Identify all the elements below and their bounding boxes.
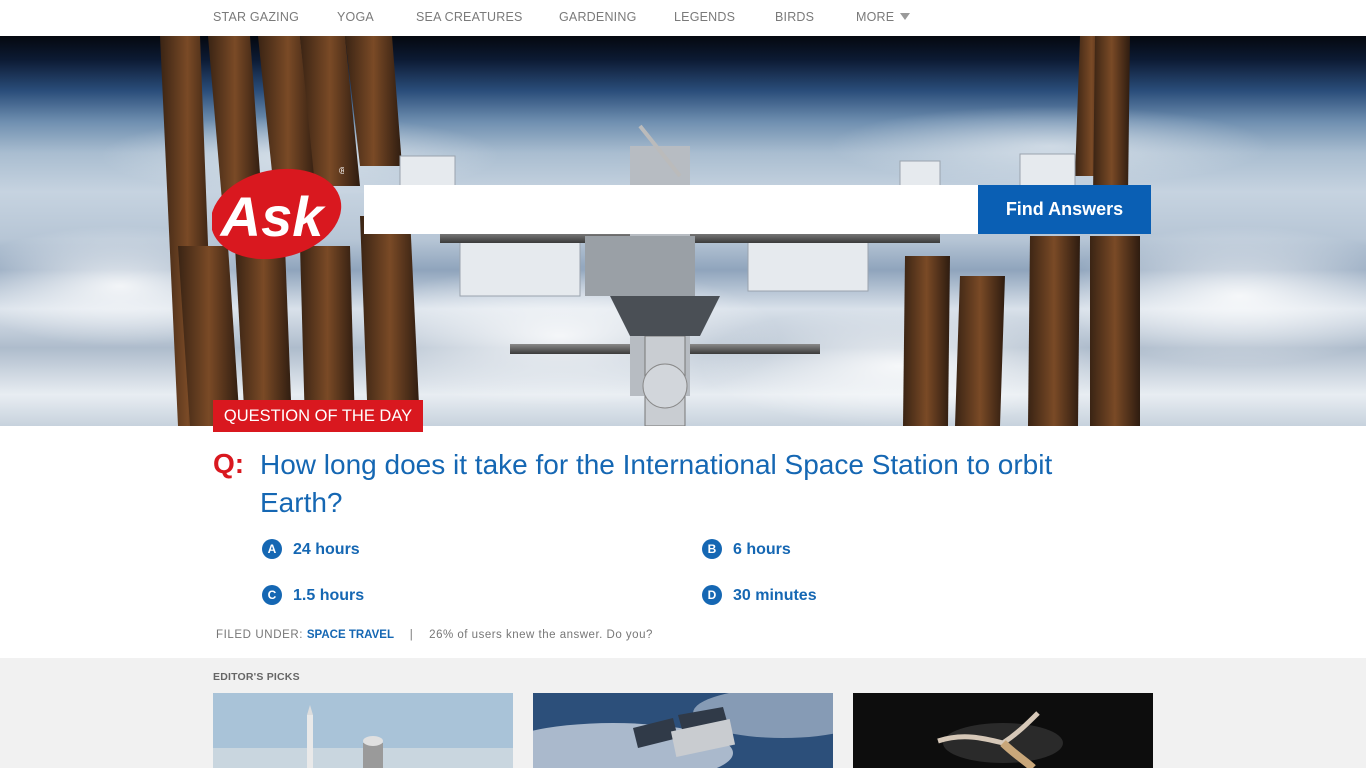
topic-link-space-travel[interactable]: SPACE TRAVEL [307, 629, 394, 641]
answer-d-text: 30 minutes [733, 587, 817, 604]
separator: | [409, 629, 414, 641]
nav-item-more[interactable]: MORE [856, 10, 911, 24]
answer-d-badge: D [702, 585, 722, 605]
question-text[interactable]: How long does it take for the Internatio… [260, 446, 1090, 522]
nav-more-label: MORE [856, 10, 895, 24]
search-input[interactable] [364, 185, 978, 234]
filed-under-line: FILED UNDER: SPACE TRAVEL | 26% of users… [216, 629, 653, 641]
filed-under-label: FILED UNDER: [216, 629, 304, 641]
underwater-dancer-image [853, 693, 1153, 768]
find-answers-button[interactable]: Find Answers [978, 185, 1151, 234]
chevron-down-icon [900, 13, 911, 20]
top-nav: STAR GAZING YOGA SEA CREATURES GARDENING… [0, 0, 1366, 36]
answer-option-d[interactable]: D 30 minutes [702, 585, 817, 607]
telescope-image [533, 693, 833, 768]
registered-mark: ® [339, 166, 344, 177]
nav-item-sea-creatures[interactable]: SEA CREATURES [416, 10, 523, 24]
editors-picks-title: EDITOR'S PICKS [213, 671, 300, 683]
nav-item-yoga[interactable]: YOGA [337, 10, 374, 24]
answer-a-badge: A [262, 539, 282, 559]
rocket-launch-image [213, 693, 513, 768]
ask-logo[interactable]: Ask ® [212, 164, 344, 260]
answer-option-c[interactable]: C 1.5 hours [262, 585, 364, 607]
answer-c-badge: C [262, 585, 282, 605]
pick-thumbnail-underwater-dancer[interactable] [853, 693, 1153, 768]
pick-thumbnail-rocket-launch[interactable] [213, 693, 513, 768]
question-of-the-day-label: QUESTION OF THE DAY [213, 400, 423, 432]
answer-b-badge: B [702, 539, 722, 559]
answer-option-a[interactable]: A 24 hours [262, 539, 360, 561]
nav-item-legends[interactable]: LEGENDS [674, 10, 735, 24]
answer-b-text: 6 hours [733, 541, 791, 558]
nav-item-star-gazing[interactable]: STAR GAZING [213, 10, 299, 24]
nav-item-gardening[interactable]: GARDENING [559, 10, 637, 24]
nav-item-birds[interactable]: BIRDS [775, 10, 814, 24]
answer-a-text: 24 hours [293, 541, 360, 558]
logo-text: Ask [219, 185, 327, 248]
answer-option-b[interactable]: B 6 hours [702, 539, 791, 561]
question-prefix: Q: [213, 448, 245, 479]
pick-thumbnail-hubble-telescope[interactable] [533, 693, 833, 768]
answer-c-text: 1.5 hours [293, 587, 365, 604]
answer-stat-text: 26% of users knew the answer. Do you? [429, 629, 653, 641]
